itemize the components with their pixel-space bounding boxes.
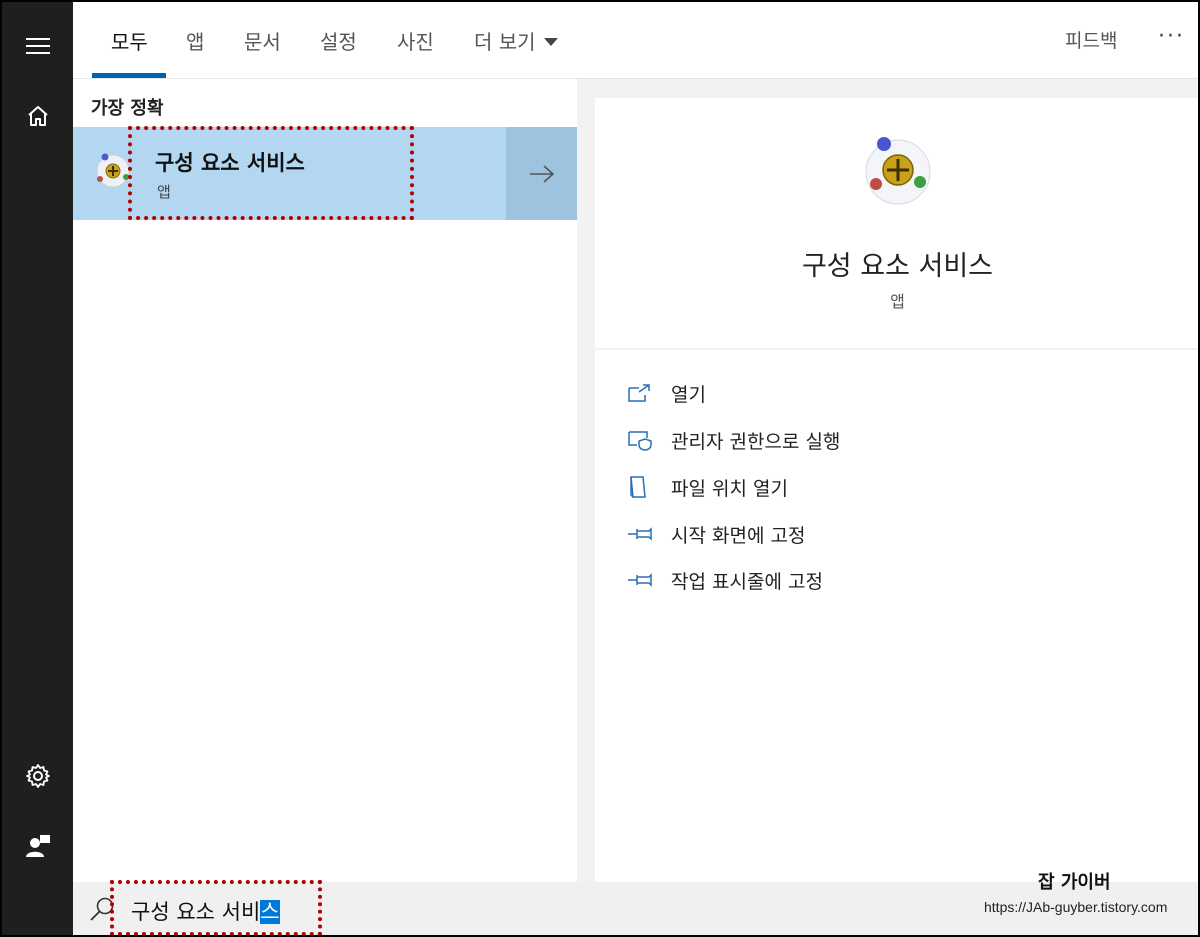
action-open-file-location-label: 파일 위치 열기 <box>671 477 788 500</box>
watermark-title: 잡 가이버 <box>1038 872 1111 893</box>
action-run-as-admin-label: 관리자 권한으로 실행 <box>671 430 841 453</box>
tab-documents[interactable]: 문서 <box>244 26 281 55</box>
feedback-link[interactable]: 피드백 <box>1065 26 1117 53</box>
search-window: 모두 앱 문서 설정 사진 더 보기 피드백 ··· 가장 정확 구성 요소 서… <box>0 0 1200 937</box>
component-services-icon <box>96 153 130 188</box>
tab-bar: 모두 앱 문서 설정 사진 더 보기 피드백 ··· <box>73 2 1198 79</box>
menu-button[interactable] <box>2 22 73 70</box>
user-feedback-icon <box>25 835 50 857</box>
component-services-large-icon <box>865 137 931 205</box>
home-button[interactable] <box>2 92 73 140</box>
open-icon <box>627 381 655 405</box>
best-match-heading: 가장 정확 <box>91 98 164 119</box>
details-header: 구성 요소 서비스 앱 <box>595 98 1198 348</box>
gear-icon <box>25 764 50 788</box>
best-match-item: 구성 요소 서비스 앱 <box>73 127 577 220</box>
tab-all[interactable]: 모두 <box>111 26 148 55</box>
action-open[interactable]: 열기 <box>627 378 706 408</box>
best-match-open[interactable]: 구성 요소 서비스 앱 <box>73 127 504 220</box>
action-pin-to-start-label: 시작 화면에 고정 <box>671 524 806 547</box>
pin-icon <box>627 522 655 546</box>
action-open-label: 열기 <box>671 383 706 406</box>
action-pin-to-start[interactable]: 시작 화면에 고정 <box>627 519 805 549</box>
more-options-button[interactable]: ··· <box>1158 24 1185 49</box>
settings-button[interactable] <box>2 752 73 800</box>
search-query-text: 구성 요소 서비 <box>131 900 261 924</box>
details-title: 구성 요소 서비스 <box>801 251 994 282</box>
search-query-selection: 스 <box>260 900 280 924</box>
search-icon <box>90 897 114 921</box>
account-button[interactable] <box>2 822 73 870</box>
file-location-icon <box>627 475 655 499</box>
tab-apps[interactable]: 앱 <box>186 26 204 55</box>
home-icon <box>27 106 48 126</box>
search-input[interactable]: 구성 요소 서비스 <box>131 896 280 926</box>
action-open-file-location[interactable]: 파일 위치 열기 <box>627 472 788 502</box>
best-match-type: 앱 <box>157 183 171 201</box>
watermark-url: https://JAb-guyber.tistory.com <box>984 899 1168 915</box>
action-pin-to-taskbar[interactable]: 작업 표시줄에 고정 <box>627 565 823 595</box>
caret-down-icon <box>543 37 558 46</box>
left-rail <box>2 2 73 935</box>
tab-more[interactable]: 더 보기 <box>474 26 558 55</box>
arrow-right-icon <box>529 164 554 183</box>
details-type: 앱 <box>890 292 905 311</box>
shield-icon <box>627 428 655 452</box>
action-pin-to-taskbar-label: 작업 표시줄에 고정 <box>671 570 823 593</box>
details-actions: 열기 관리자 권한으로 실행 파일 위치 열기 시작 화면에 고정 작업 표시줄… <box>595 350 1198 882</box>
expand-details-button[interactable] <box>506 127 577 220</box>
tab-settings[interactable]: 설정 <box>320 26 357 55</box>
hamburger-icon <box>25 38 50 54</box>
results-pane: 가장 정확 구성 요소 서비스 앱 <box>73 79 577 882</box>
pin-icon <box>627 568 655 592</box>
best-match-title: 구성 요소 서비스 <box>155 151 305 175</box>
action-run-as-admin[interactable]: 관리자 권한으로 실행 <box>627 425 840 455</box>
tab-photos[interactable]: 사진 <box>397 26 434 55</box>
tab-more-label: 더 보기 <box>474 30 536 54</box>
active-tab-indicator <box>92 73 166 78</box>
